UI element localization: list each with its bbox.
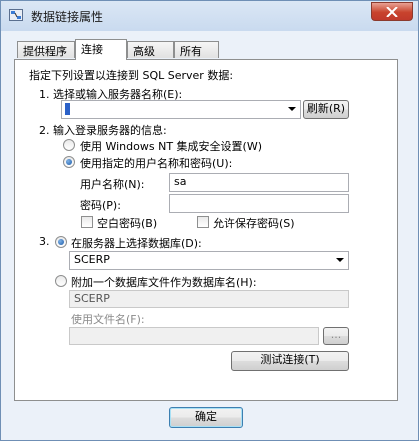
- blank-password-label: 空白密码(B): [97, 217, 158, 230]
- tab-all[interactable]: 所有: [174, 41, 219, 58]
- radio-specific-user[interactable]: [63, 156, 75, 168]
- allow-save-password-label: 允许保存密码(S): [213, 217, 295, 230]
- password-label: 密码(P):: [80, 199, 121, 212]
- step3-label: 3.: [39, 235, 50, 248]
- use-filename-label: 使用文件名(F):: [71, 313, 145, 326]
- tab-provider[interactable]: 提供程序: [17, 41, 75, 58]
- test-connection-button[interactable]: 测试连接(T): [231, 351, 349, 371]
- chevron-down-icon[interactable]: [284, 101, 300, 118]
- allow-save-password-checkbox[interactable]: [197, 216, 209, 228]
- close-icon: [386, 7, 398, 17]
- radio-select-db-label: 在服务器上选择数据库(D):: [71, 237, 202, 250]
- username-field[interactable]: sa: [169, 173, 349, 192]
- password-field[interactable]: [169, 194, 349, 213]
- attach-db-name-field[interactable]: SCERP: [69, 290, 349, 308]
- data-link-icon: [9, 9, 23, 21]
- instruction-text: 指定下列设置以连接到 SQL Server 数据:: [29, 69, 234, 82]
- radio-attach-file[interactable]: [55, 275, 67, 287]
- tab-advanced[interactable]: 高级: [127, 41, 174, 58]
- blank-password-checkbox[interactable]: [81, 216, 93, 228]
- ok-button[interactable]: 确定: [169, 407, 243, 428]
- radio-attach-file-label: 附加一个数据库文件作为数据库名(H):: [71, 276, 257, 289]
- close-button[interactable]: [371, 2, 413, 21]
- title-bar: 数据链接属性: [1, 1, 418, 31]
- server-combobox[interactable]: [61, 100, 301, 119]
- database-combobox[interactable]: SCERP: [69, 251, 349, 270]
- step2-label: 2. 输入登录服务器的信息:: [39, 124, 167, 137]
- database-value: SCERP: [74, 253, 110, 266]
- refresh-button[interactable]: 刷新(R): [303, 100, 349, 119]
- window-title: 数据链接属性: [31, 10, 104, 24]
- radio-select-db[interactable]: [55, 236, 67, 248]
- browse-button[interactable]: ...: [323, 327, 349, 345]
- radio-windows-nt[interactable]: [63, 139, 75, 151]
- radio-specific-user-label: 使用指定的用户名称和密码(U):: [80, 157, 233, 170]
- dialog-window: 数据链接属性 提供程序 连接 高级 所有 指定下列设置以连接到 SQL Serv…: [0, 0, 419, 441]
- chevron-down-icon[interactable]: [332, 252, 348, 269]
- text-cursor: [65, 103, 70, 115]
- filename-field[interactable]: [69, 327, 319, 345]
- username-label: 用户名称(N):: [80, 178, 145, 191]
- radio-windows-nt-label: 使用 Windows NT 集成安全设置(W): [80, 140, 262, 153]
- tab-connection[interactable]: 连接: [75, 39, 127, 60]
